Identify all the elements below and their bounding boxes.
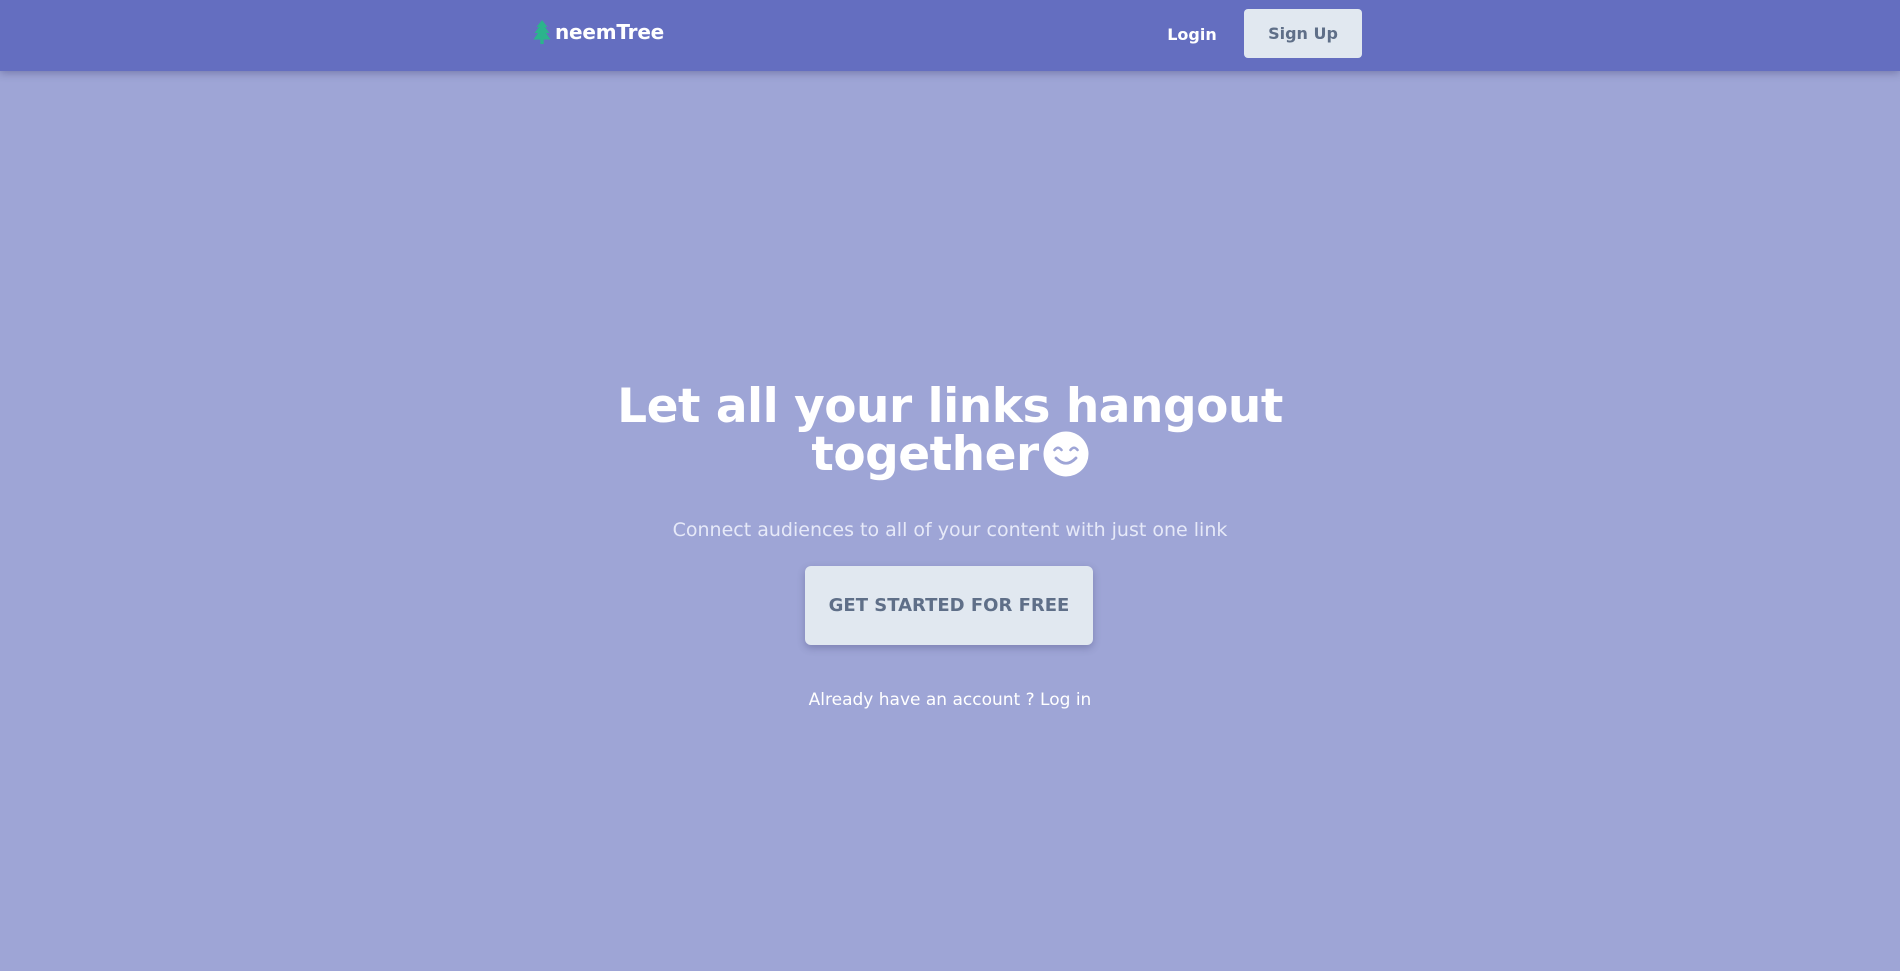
signup-button[interactable]: Sign Up bbox=[1244, 9, 1362, 58]
hero-subtitle: Connect audiences to all of your content… bbox=[672, 519, 1228, 541]
account-prompt-text: Already have an account ? bbox=[808, 690, 1035, 710]
top-navbar: neemTree Login Sign Up bbox=[0, 0, 1900, 71]
login-link[interactable]: Log in bbox=[1040, 690, 1091, 710]
account-prompt: Already have an account ? Log in bbox=[700, 688, 1200, 712]
hero-headline: Let all your links hangout together bbox=[450, 383, 1450, 486]
smiling-face-icon bbox=[1043, 431, 1089, 486]
tree-icon bbox=[533, 19, 551, 45]
brand-logo-link[interactable]: neemTree bbox=[533, 18, 664, 46]
login-nav-link[interactable]: Login bbox=[1150, 9, 1234, 59]
headline-line-1: Let all your links hangout bbox=[617, 379, 1283, 434]
headline-line-2: together bbox=[811, 427, 1039, 482]
get-started-button[interactable]: GET STARTED FOR FREE bbox=[805, 566, 1093, 645]
brand-name: neemTree bbox=[555, 20, 665, 44]
